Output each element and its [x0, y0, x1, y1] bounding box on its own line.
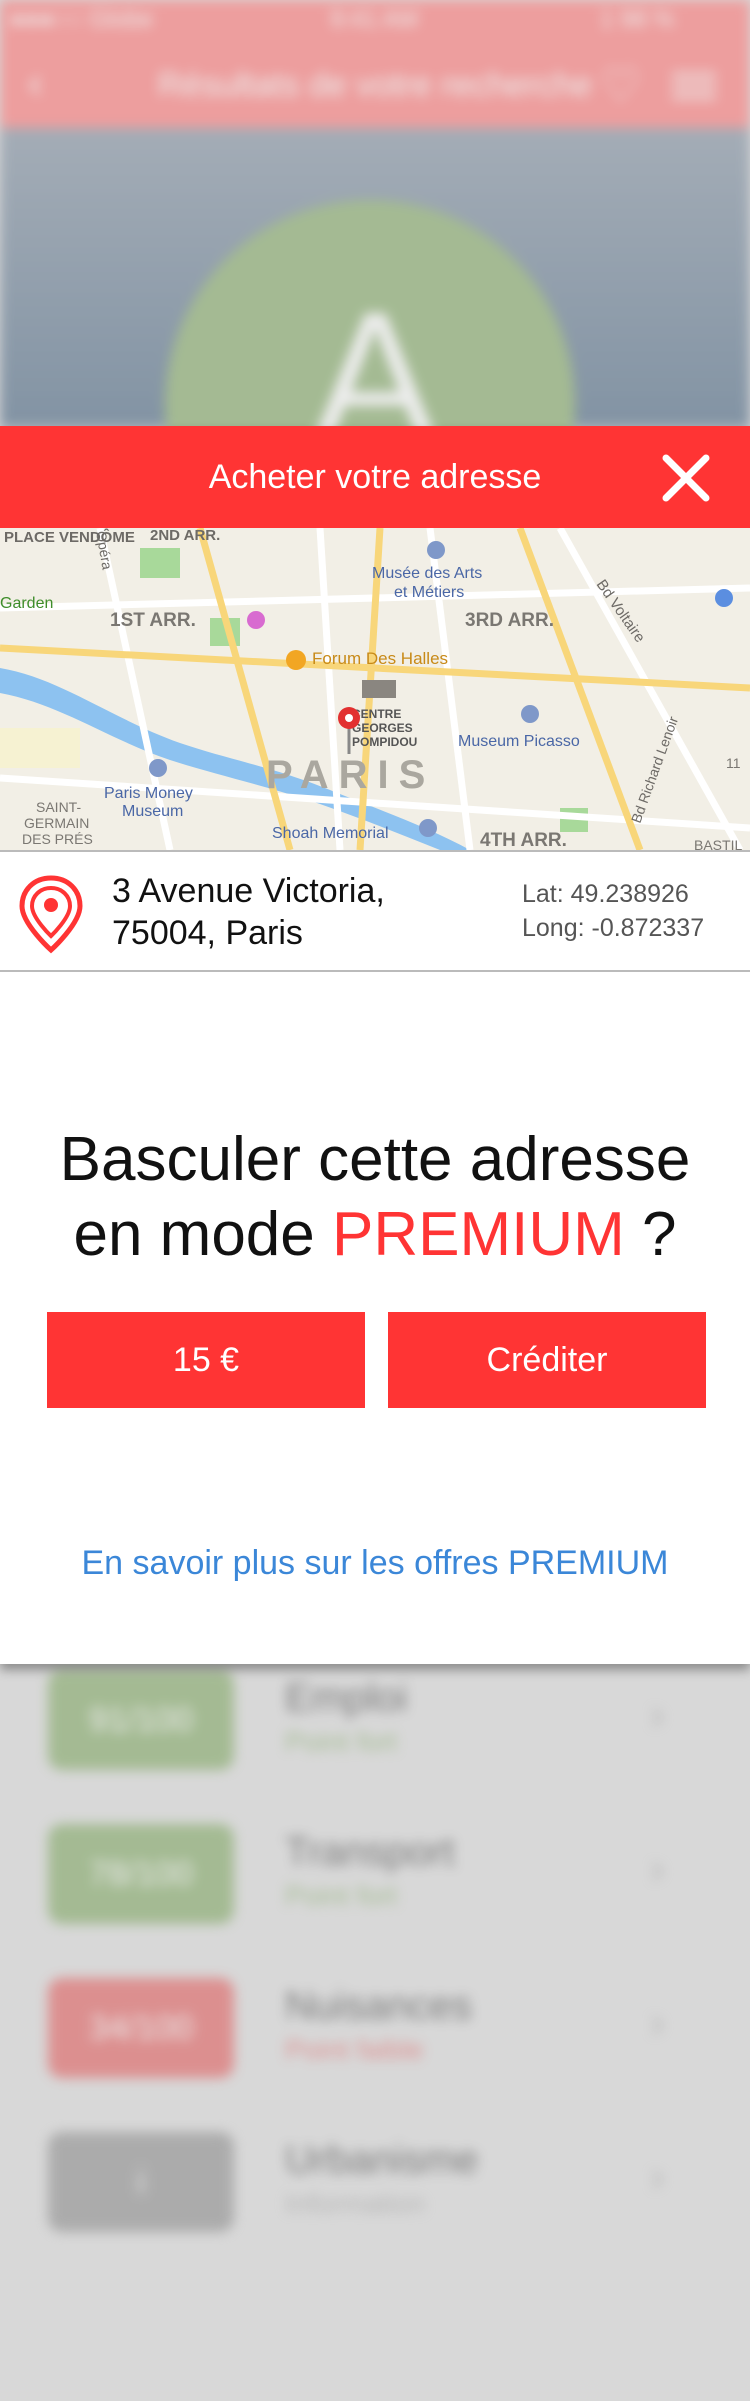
museum-icon: [427, 541, 445, 559]
price-button[interactable]: 15 €: [47, 1312, 365, 1408]
map-view[interactable]: PLACE VENDÔME 2ND ARR. 1ST ARR. 3RD ARR.…: [0, 528, 750, 850]
map-label: PARIS: [266, 753, 435, 797]
map-label: GEORGES: [352, 721, 413, 735]
list-item: 91/100 Emploi Point fort ›: [0, 1670, 750, 1800]
row-title: Nuisances: [285, 1984, 472, 2028]
map-label: Museum: [122, 803, 183, 820]
address-bar: 3 Avenue Victoria, 75004, Paris Lat: 49.…: [0, 850, 750, 972]
score-badge: 91/100: [48, 1670, 234, 1770]
premium-highlight: PREMIUM: [332, 1200, 625, 1269]
map-label: Forum Des Halles: [312, 649, 448, 668]
map-label: Shoah Memorial: [272, 825, 389, 842]
row-subtitle: Point fort: [285, 1726, 398, 1757]
score-badge: i: [48, 2132, 234, 2232]
row-subtitle: Point faible: [285, 2034, 424, 2065]
premium-question: Basculer cette adresse en mode PREMIUM ?: [0, 1122, 750, 1272]
chevron-right-icon: ›: [650, 1998, 665, 2047]
chevron-right-icon: ›: [650, 1690, 665, 1739]
nav-bar: ‹ Résultats de votre recherche ♡: [0, 40, 750, 128]
row-title: Transport: [285, 1830, 455, 1874]
map-label: 2ND ARR.: [150, 528, 220, 544]
status-bar: ●●●○○ Globe 9:41 AM 1 98 %: [0, 0, 750, 40]
map-label: DES PRÉS: [22, 831, 93, 847]
credit-button[interactable]: Créditer: [388, 1312, 706, 1408]
address-line-2: 75004, Paris: [112, 914, 303, 952]
modal-body: Basculer cette adresse en mode PREMIUM ?…: [0, 972, 750, 1664]
map-label: 11: [726, 755, 741, 771]
question-mark: ?: [624, 1200, 677, 1269]
map-label: et Métiers: [394, 584, 464, 601]
map-label: 3RD ARR.: [465, 610, 554, 631]
menu-icon: [672, 66, 716, 106]
map-label: PLACE VENDÔME: [4, 528, 135, 546]
row-title: Urbanisme: [285, 2138, 479, 2182]
poi-icon: [247, 611, 265, 629]
chevron-right-icon: ›: [650, 2152, 665, 2201]
poi-icon: [715, 589, 733, 607]
row-subtitle: Point fort: [285, 1880, 398, 1911]
museum-icon: [149, 759, 167, 777]
map-label: POMPIDOU: [352, 735, 417, 749]
map-label: GERMAIN: [24, 815, 89, 831]
close-icon[interactable]: [658, 450, 714, 506]
premium-info-link[interactable]: En savoir plus sur les offres PREMIUM: [0, 1544, 750, 1583]
longitude: Long: -0.872337: [522, 914, 705, 942]
score-badge: 34/100: [48, 1978, 234, 2078]
status-time: 9:41 AM: [330, 6, 419, 33]
row-subtitle: Information: [285, 2188, 426, 2219]
modal-header: Acheter votre adresse: [0, 426, 750, 528]
question-line-1: Basculer cette adresse: [59, 1125, 691, 1194]
list-item: 78/100 Transport Point fort ›: [0, 1824, 750, 1954]
map-label: Paris Money: [104, 785, 193, 802]
museum-icon: [521, 705, 539, 723]
question-line-2: en mode: [73, 1200, 332, 1269]
chevron-right-icon: ›: [650, 1844, 665, 1893]
purchase-modal: Acheter votre adresse PLACE VENDÔME 2ND …: [0, 426, 750, 1664]
heart-icon: ♡: [600, 59, 642, 111]
map-label: Musée des Arts: [372, 565, 482, 582]
battery: 1 98 %: [600, 6, 675, 33]
modal-title: Acheter votre adresse: [208, 458, 542, 496]
landmark-icon: [362, 680, 396, 698]
list-item: i Urbanisme Information ›: [0, 2132, 750, 2262]
score-badge: 78/100: [48, 1824, 234, 1924]
address-line-1: 3 Avenue Victoria,: [112, 872, 385, 910]
map-label: SAINT-: [36, 799, 81, 815]
latitude: Lat: 49.238926: [522, 880, 689, 908]
map-label: Museum Picasso: [458, 733, 580, 750]
list-item: 34/100 Nuisances Point faible ›: [0, 1978, 750, 2108]
shopping-icon: [286, 650, 306, 670]
map-label: BASTIL: [694, 837, 742, 850]
location-pin-icon: [19, 875, 83, 954]
map-label: 4TH ARR.: [480, 830, 567, 850]
row-title: Emploi: [285, 1676, 408, 1720]
carrier: ●●●○○ Globe: [10, 6, 154, 33]
map-label: 1ST ARR.: [110, 610, 196, 631]
map-label: Garden: [0, 595, 53, 612]
museum-icon: [419, 819, 437, 837]
